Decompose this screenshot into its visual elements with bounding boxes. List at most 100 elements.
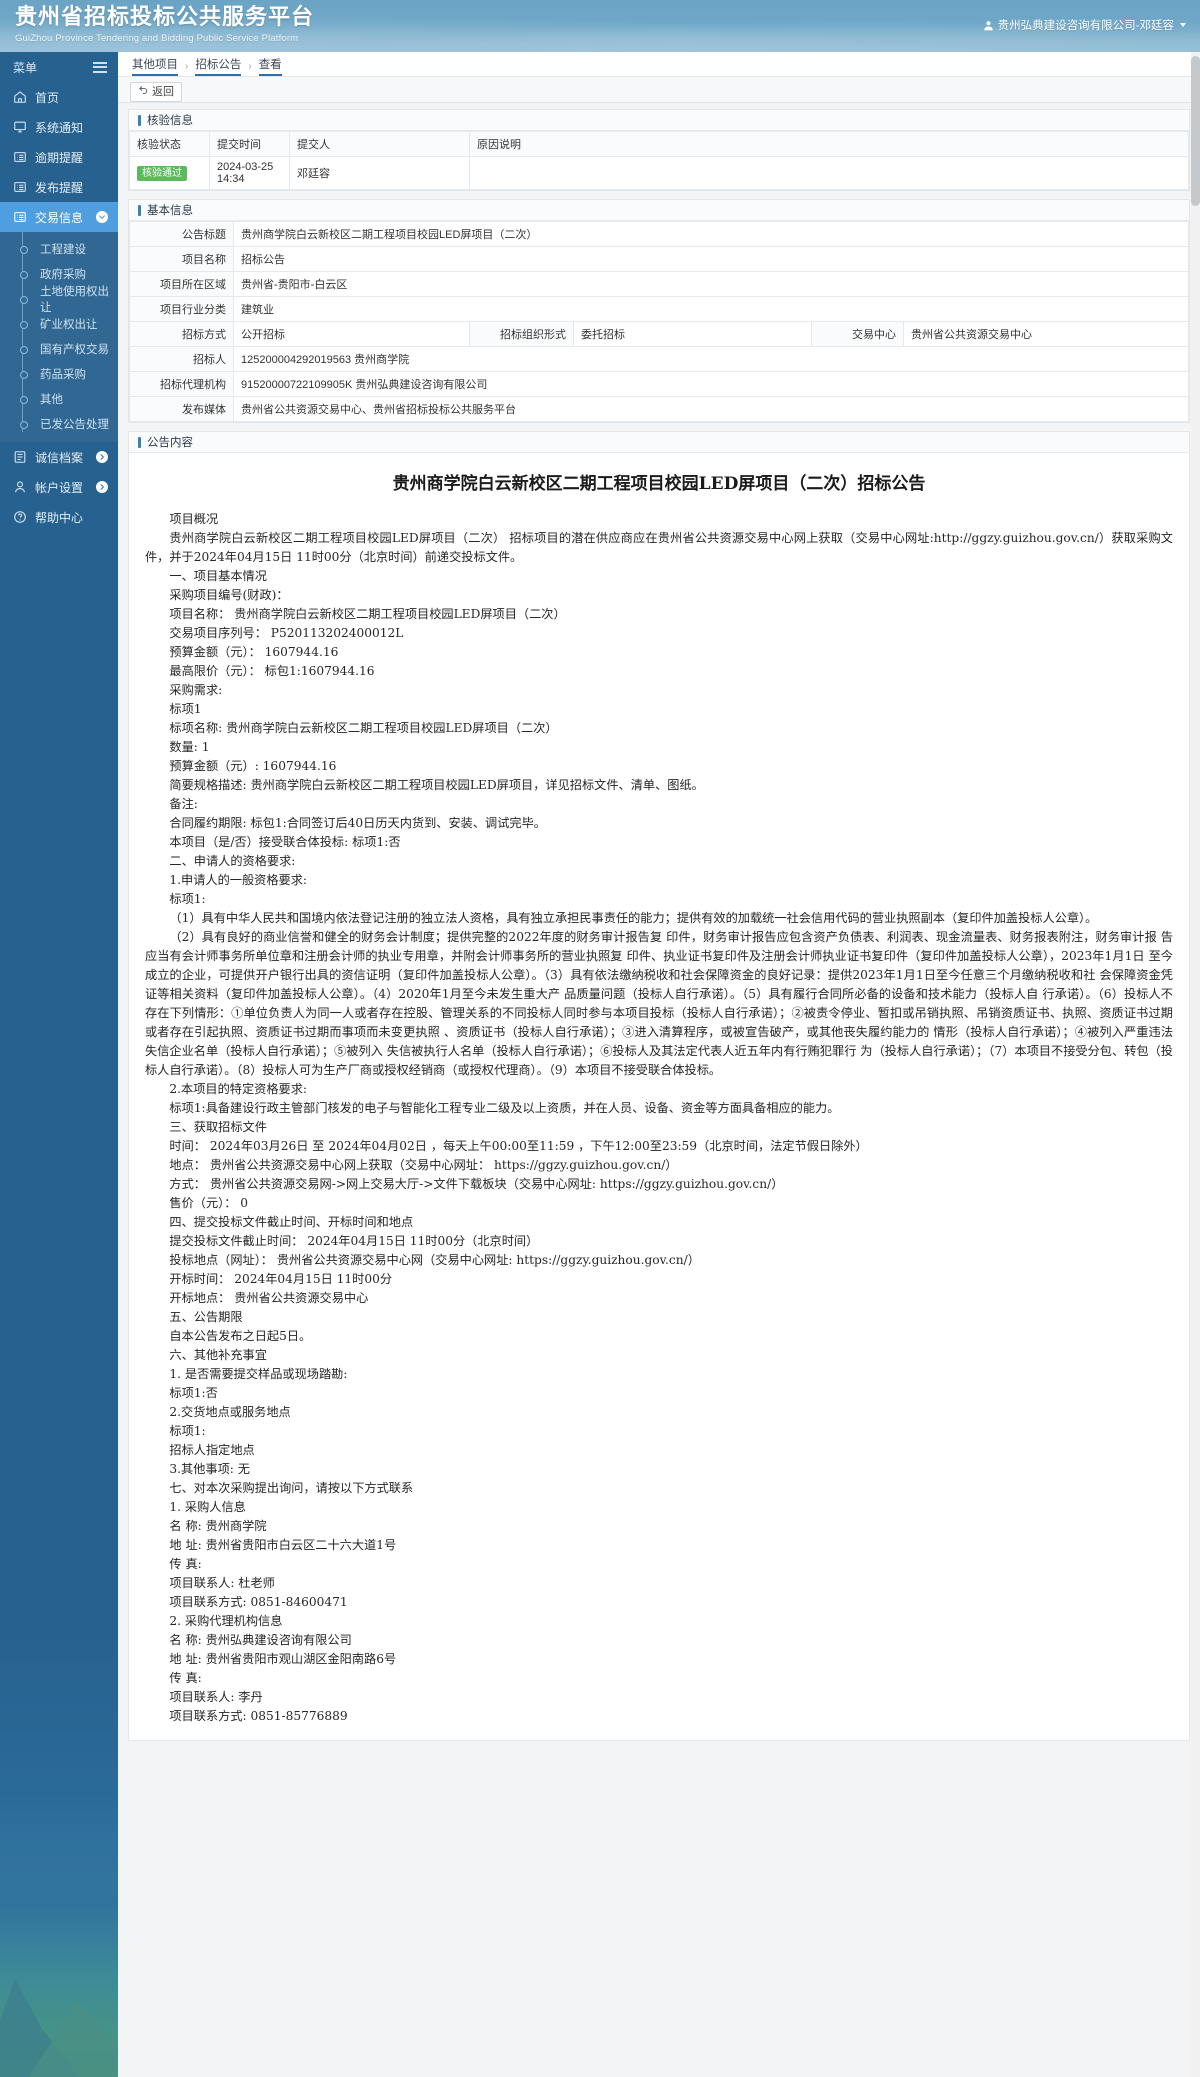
announcement-paragraph: 标项1:否 [169,1386,218,1400]
table-row: 招标方式 公开招标 招标组织形式 委托招标 交易中心 贵州省公共资源交易中心 [129,321,1189,347]
sidebar-item-label: 发布提醒 [35,180,84,195]
table-row: 项目所在区域 贵州省-贵阳市-白云区 [129,271,1189,297]
back-button[interactable]: 返回 [130,82,182,102]
list-icon [13,150,27,164]
verify-table: 核验状态 提交时间 提交人 原因说明 核验通过 2024-03-25 14:34… [129,131,1189,190]
breadcrumb-item-view[interactable]: 查看 [258,56,282,76]
announcement-paragraph: 售价（元）： 0 [169,1196,249,1210]
announcement-paragraph: 七、对本次采购提出询问，请按以下方式联系 [169,1481,414,1495]
hamburger-icon[interactable] [93,61,107,73]
user-icon [13,480,27,494]
row-label: 交易中心 [811,321,904,347]
announcement-paragraph: 最高限价（元）： 标包1:1607944.16 [169,664,375,678]
brand-title-cn: 贵州省招标投标公共服务平台 [15,5,315,30]
column-header-reason: 原因说明 [469,131,1189,157]
sidebar-subitem-state-property[interactable]: 国有产权交易 [0,336,118,361]
chevron-right-icon[interactable] [96,481,108,493]
sidebar-subitem-label: 政府采购 [40,268,86,281]
announcement-paragraph: 预算金额（元）： 1607944.16 [169,645,339,659]
sidebar-item-overdue-reminder[interactable]: 逾期提醒 [0,142,118,172]
announcement-paragraph: 数量: 1 [169,740,210,754]
announcement-paragraph: 传 真: [169,1557,202,1571]
announcement-paragraph: 1. 是否需要提交样品或现场踏勘: [169,1367,348,1381]
sidebar-subitem-label: 工程建设 [40,243,86,256]
announcement-paragraph: 1. 采购人信息 [169,1500,246,1514]
announcement-paragraph: 项目联系方式: 0851-85776889 [169,1709,348,1723]
announcement-paragraph: 采购需求: [169,683,223,697]
announcement-paragraph: 地 址: 贵州省贵阳市观山湖区金阳南路6号 [169,1652,397,1666]
announcement-paragraph: 标项名称: 贵州商学院白云新校区二期工程项目校园LED屏项目（二次） [169,721,558,735]
sidebar: 菜单 首页 系统通知 逾期提醒 发布提醒 交易信息 工程建设 政府采购 土地使用… [0,52,118,2077]
basic-info-table: 公告标题 贵州商学院白云新校区二期工程项目校园LED屏项目（二次） 项目名称 招… [129,221,1189,422]
sidebar-item-credit-archive[interactable]: 诚信档案 [0,442,118,472]
announcement-paragraph: 标项1: [169,1424,206,1438]
toolbar: 返回 [118,77,1200,103]
sidebar-item-transaction-info[interactable]: 交易信息 [0,202,118,232]
announcement-paragraph: 1.申请人的一般资格要求: [169,873,307,887]
sidebar-item-account-settings[interactable]: 帐户设置 [0,472,118,502]
announcement-paragraph: 时间： 2024年03月26日 至 2024年04月02日 ，每天上午00:00… [169,1139,868,1153]
sidebar-item-publish-reminder[interactable]: 发布提醒 [0,172,118,202]
sidebar-subitem-label: 其他 [40,393,63,406]
sidebar-subitem-engineering[interactable]: 工程建设 [0,236,118,261]
sidebar-subitem-label: 矿业权出让 [40,318,98,331]
breadcrumb-item-tender-notice[interactable]: 招标公告 [195,56,242,76]
sidebar-submenu: 工程建设 政府采购 土地使用权出让 矿业权出让 国有产权交易 药品采购 其他 已… [0,232,118,442]
sidebar-subitem-mining-right[interactable]: 矿业权出让 [0,311,118,336]
page-scrollbar-thumb[interactable] [1191,56,1200,206]
announcement-paragraph: 投标地点（网址）： 贵州省公共资源交易中心网（交易中心网址: https://g… [169,1253,700,1267]
chevron-right-icon[interactable] [96,451,108,463]
verify-panel-title: 核验信息 [129,110,1189,131]
brand-title-en: GuiZhou Province Tendering and Bidding P… [15,33,299,44]
row-value: 贵州省公共资源交易中心、贵州省招标投标公共服务平台 [233,396,1189,422]
breadcrumb: 其他项目 › 招标公告 › 查看 [118,52,1200,77]
verify-panel: 核验信息 核验状态 提交时间 提交人 原因说明 核验通过 2024-03-25 … [128,109,1190,191]
table-row: 招标人 125200004292019563 贵州商学院 [129,346,1189,372]
announcement-paragraph: 名 称: 贵州弘典建设咨询有限公司 [169,1633,352,1647]
row-label: 招标代理机构 [129,371,234,397]
cell-reason [469,156,1189,190]
sidebar-item-system-notice[interactable]: 系统通知 [0,112,118,142]
sidebar-subitem-land-use-right[interactable]: 土地使用权出让 [0,286,118,314]
announcement-paragraph: 标项1 [169,702,202,716]
sidebar-subitem-drug-procurement[interactable]: 药品采购 [0,361,118,386]
page-scrollbar-track[interactable] [1191,52,1200,2077]
announcement-paragraph: 二、申请人的资格要求: [169,854,296,868]
announcement-paragraph: 2.本项目的特定资格要求: [169,1082,307,1096]
archive-icon [13,450,27,464]
sidebar-background-illustration [0,1837,118,2077]
announcement-paragraph: 贵州商学院白云新校区二期工程项目校园LED屏项目（二次） 招标项目的潜在供应商应… [145,531,1173,564]
announcement-paragraph: 项目名称： 贵州商学院白云新校区二期工程项目校园LED屏项目（二次） [169,607,566,621]
sidebar-subitem-label: 土地使用权出让 [40,285,109,314]
home-icon [13,90,27,104]
table-row: 项目行业分类 建筑业 [129,296,1189,322]
sidebar-menu-label: 菜单 [13,60,38,75]
announcement-paragraph: 合同履约期限: 标包1:合同签订后40日历天内货到、安装、调试完毕。 [169,816,546,830]
list-icon [13,210,27,224]
announcement-paragraph: 预算金额（元）: 1607944.16 [169,759,337,773]
sidebar-item-label: 诚信档案 [35,450,84,465]
user-icon [983,20,994,31]
table-header-row: 核验状态 提交时间 提交人 原因说明 [129,131,1189,157]
user-menu[interactable]: 贵州弘典建设咨询有限公司-邓廷容 [983,17,1186,33]
sidebar-item-help-center[interactable]: 帮助中心 [0,502,118,532]
announcement-paragraph: 地点： 贵州省公共资源交易中心网上获取（交易中心网址： https://ggzy… [169,1158,678,1172]
announcement-paragraph: 本项目（是/否）接受联合体投标: 标项1:否 [169,835,401,849]
announcement-title: 贵州商学院白云新校区二期工程项目校园LED屏项目（二次）招标公告 [392,474,926,494]
sidebar-subitem-other[interactable]: 其他 [0,386,118,411]
sidebar-item-home[interactable]: 首页 [0,82,118,112]
table-row: 公告标题 贵州商学院白云新校区二期工程项目校园LED屏项目（二次） [129,221,1189,247]
sidebar-subitem-label: 国有产权交易 [40,343,109,356]
cell-submit-time: 2024-03-25 14:34 [209,156,290,190]
row-value: 贵州省公共资源交易中心 [903,321,1189,347]
row-value: 贵州商学院白云新校区二期工程项目校园LED屏项目（二次） [233,221,1189,247]
chevron-down-icon[interactable] [96,211,108,223]
basic-info-panel-title: 基本信息 [129,200,1189,221]
announcement-paragraph: 地 址: 贵州省贵阳市白云区二十六大道1号 [169,1538,397,1552]
sidebar-subitem-published-notice[interactable]: 已发公告处理 [0,411,118,436]
announcement-paragraph: 项目联系方式: 0851-84600471 [169,1595,348,1609]
breadcrumb-item-other-project[interactable]: 其他项目 [132,56,178,76]
table-row: 招标代理机构 91520000722109905K 贵州弘典建设咨询有限公司 [129,371,1189,397]
app-header: 贵州省招标投标公共服务平台 GuiZhou Province Tendering… [0,0,1200,52]
announcement-paragraph: 采购项目编号(财政)： [169,588,289,602]
